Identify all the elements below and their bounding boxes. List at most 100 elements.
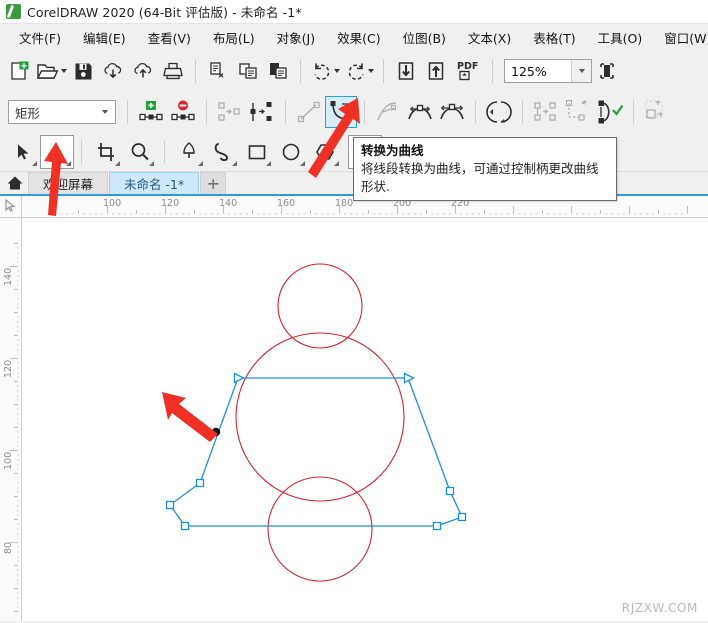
- pick-tool-flyout-corner[interactable]: [32, 160, 37, 166]
- watermark-text: RJZXW.COM: [621, 601, 698, 615]
- convert-to-line-icon[interactable]: [293, 96, 325, 128]
- work-surface: 100 120 140 160 180 200 220 140 120 100 …: [0, 196, 708, 621]
- polygon-tool-icon[interactable]: [308, 135, 342, 169]
- pick-tool-icon[interactable]: [6, 135, 40, 169]
- tab-untitled-1[interactable]: 未命名 -1*: [109, 172, 200, 194]
- ellipse-tool-icon[interactable]: [274, 135, 308, 169]
- zoom-tool-flyout-corner[interactable]: [149, 160, 154, 166]
- menu-text[interactable]: 文本(X): [457, 24, 522, 51]
- propbar-separator-2: [206, 100, 207, 124]
- toolbox-separator-1: [81, 139, 82, 164]
- import-icon[interactable]: [391, 54, 421, 88]
- redo-dropdown-caret[interactable]: [367, 69, 374, 73]
- convert-to-curve-icon[interactable]: [325, 96, 357, 128]
- save-icon[interactable]: [68, 54, 98, 88]
- propbar-separator-3: [285, 100, 286, 124]
- menu-edit[interactable]: 编辑(E): [72, 24, 137, 51]
- cut-icon[interactable]: [203, 54, 233, 88]
- print-icon[interactable]: [158, 54, 188, 88]
- propbar-separator-1: [127, 100, 128, 124]
- node-bottom-left: [180, 521, 190, 531]
- cloud-download-icon[interactable]: [98, 54, 128, 88]
- polygon-tool-flyout-corner[interactable]: [334, 160, 339, 166]
- coreldraw-window: CorelDRAW 2020 (64-Bit 评估版) - 未命名 -1* 文件…: [0, 0, 708, 623]
- menu-layout[interactable]: 布局(L): [202, 24, 266, 51]
- standard-toolbar: PDF 125%: [0, 50, 708, 92]
- artistic-media-flyout-corner[interactable]: [232, 160, 237, 166]
- vertical-ruler[interactable]: 140 120 100 80: [0, 218, 22, 621]
- add-tab-button[interactable]: +: [200, 172, 227, 194]
- add-node-icon[interactable]: [135, 96, 167, 128]
- ruler-origin-corner[interactable]: [0, 196, 22, 218]
- symmetrical-node-icon[interactable]: [436, 96, 468, 128]
- artistic-media-tool-icon[interactable]: [206, 135, 240, 169]
- menu-bar: 文件(F) 编辑(E) 查看(V) 布局(L) 对象(J) 效果(C) 位图(B…: [0, 24, 708, 50]
- shape-tool-icon[interactable]: [40, 134, 74, 169]
- zoom-level-value: 125%: [511, 63, 547, 79]
- node-top-left: [233, 372, 245, 384]
- propbar-separator-5: [475, 100, 476, 124]
- reverse-direction-icon[interactable]: [483, 96, 515, 128]
- freehand-tool-flyout-corner[interactable]: [198, 160, 203, 166]
- shape-tool-flyout-corner[interactable]: [66, 160, 71, 166]
- selected-node-marker: [211, 427, 221, 437]
- toolbar-separator-3: [383, 59, 384, 83]
- zoom-level-combobox[interactable]: 125%: [504, 59, 592, 83]
- rectangle-tool-icon[interactable]: [240, 135, 274, 169]
- redo-icon[interactable]: [342, 54, 376, 88]
- delete-node-icon[interactable]: [167, 96, 199, 128]
- open-dropdown-caret[interactable]: [60, 69, 67, 73]
- break-curve-icon[interactable]: [246, 96, 278, 128]
- menu-effects[interactable]: 效果(C): [326, 24, 391, 51]
- freehand-tool-icon[interactable]: [172, 135, 206, 169]
- close-curve-icon[interactable]: [594, 96, 626, 128]
- crop-tool-flyout-corner[interactable]: [115, 160, 120, 166]
- zoom-dropdown-caret[interactable]: [571, 60, 591, 82]
- view-options-icon[interactable]: [592, 54, 622, 88]
- menu-view[interactable]: 查看(V): [137, 24, 202, 51]
- stretch-nodes-icon[interactable]: [641, 96, 673, 128]
- drawing-canvas[interactable]: RJZXW.COM: [22, 218, 708, 621]
- export-icon[interactable]: [421, 54, 451, 88]
- circle-bottom-small: [267, 476, 373, 582]
- new-document-icon[interactable]: [4, 54, 34, 88]
- title-bar: CorelDRAW 2020 (64-Bit 评估版) - 未命名 -1*: [0, 0, 708, 24]
- tooltip-title: 转换为曲线: [361, 143, 424, 158]
- tooltip-description: 将线段转换为曲线，可通过控制柄更改曲线形状.: [361, 160, 599, 194]
- menu-tools[interactable]: 工具(O): [587, 24, 654, 51]
- property-bar: 矩形: [0, 92, 708, 132]
- vruler-ticks: [10, 243, 19, 612]
- extract-subpath-icon[interactable]: [562, 96, 594, 128]
- toolbox-separator-2: [164, 139, 165, 164]
- node-shape-combobox[interactable]: 矩形: [8, 100, 116, 124]
- cusp-node-icon[interactable]: [372, 96, 404, 128]
- open-document-icon[interactable]: [34, 54, 68, 88]
- home-icon[interactable]: [2, 172, 28, 194]
- smooth-node-icon[interactable]: [404, 96, 436, 128]
- tab-welcome-screen[interactable]: 欢迎屏幕: [28, 172, 109, 194]
- crop-tool-icon[interactable]: [89, 135, 123, 169]
- node-right-lower: [457, 512, 467, 522]
- circle-top-small: [277, 263, 363, 349]
- node-shape-caret[interactable]: [93, 110, 115, 114]
- join-nodes-icon[interactable]: [214, 96, 246, 128]
- ellipse-tool-flyout-corner[interactable]: [300, 160, 305, 166]
- toolbar-separator-1: [195, 59, 196, 83]
- node-left-lower: [165, 500, 175, 510]
- node-left-upper: [195, 478, 205, 488]
- menu-file[interactable]: 文件(F): [8, 24, 72, 51]
- extend-curve-icon[interactable]: [530, 96, 562, 128]
- cloud-upload-icon[interactable]: [128, 54, 158, 88]
- menu-object[interactable]: 对象(J): [266, 24, 326, 51]
- publish-pdf-icon[interactable]: PDF: [451, 54, 485, 88]
- menu-bitmaps[interactable]: 位图(B): [392, 24, 457, 51]
- rectangle-tool-flyout-corner[interactable]: [266, 160, 271, 166]
- undo-icon[interactable]: [308, 54, 342, 88]
- menu-table[interactable]: 表格(T): [522, 24, 586, 51]
- propbar-separator-4: [364, 100, 365, 124]
- undo-dropdown-caret[interactable]: [333, 69, 340, 73]
- zoom-tool-icon[interactable]: [123, 135, 157, 169]
- paste-icon[interactable]: [263, 54, 293, 88]
- copy-icon[interactable]: [233, 54, 263, 88]
- menu-window[interactable]: 窗口(W): [653, 24, 708, 51]
